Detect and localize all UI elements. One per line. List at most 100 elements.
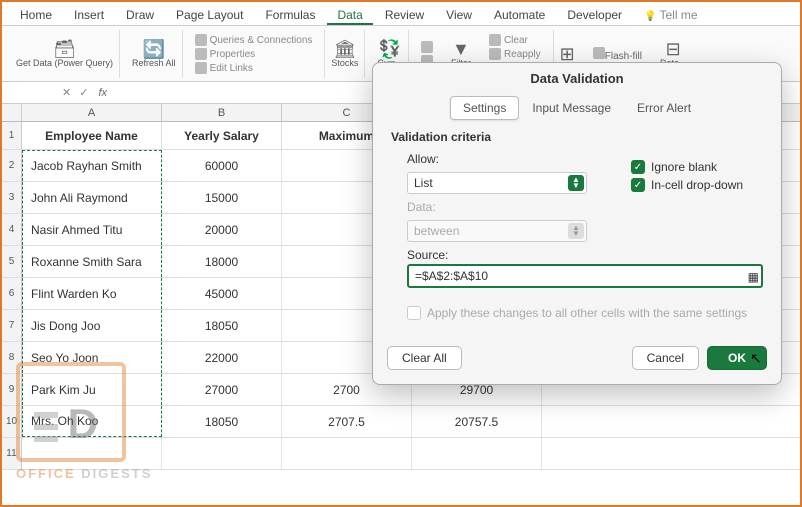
clear-all-button[interactable]: Clear All: [387, 346, 462, 370]
row-header[interactable]: 5: [2, 246, 22, 277]
cancel-button[interactable]: Cancel: [632, 346, 699, 370]
dialog-tabs: Settings Input Message Error Alert: [373, 96, 781, 120]
cell[interactable]: Park Kim Ju: [22, 374, 162, 405]
cell[interactable]: Nasir Ahmed Titu: [22, 214, 162, 245]
cell[interactable]: Seo Yo Joon: [22, 342, 162, 373]
cell[interactable]: [162, 438, 282, 469]
apply-all-label: Apply these changes to all other cells w…: [427, 306, 747, 320]
database-icon: 🗃: [53, 40, 76, 58]
allow-select[interactable]: List ▲▼: [407, 172, 587, 194]
cell[interactable]: [412, 438, 542, 469]
row-header[interactable]: 8: [2, 342, 22, 373]
cell[interactable]: 18050: [162, 310, 282, 341]
row-header[interactable]: 2: [2, 150, 22, 181]
clear-icon: [489, 34, 501, 46]
select-all-corner[interactable]: [2, 104, 22, 121]
cell[interactable]: [282, 438, 412, 469]
connections-group: Queries & Connections Properties Edit Li…: [189, 30, 319, 78]
sort-asc-icon: [421, 41, 433, 53]
tab-automate[interactable]: Automate: [484, 6, 555, 25]
data-select: between ▲▼: [407, 220, 587, 242]
dialog-tab-error-alert[interactable]: Error Alert: [624, 96, 704, 120]
stocks-button[interactable]: 🏛 Stocks: [324, 30, 365, 78]
edit-links-button[interactable]: Edit Links: [195, 62, 313, 74]
properties-button[interactable]: Properties: [195, 48, 313, 60]
cell[interactable]: 15000: [162, 182, 282, 213]
allow-value: List: [414, 176, 433, 190]
reapply-icon: [489, 48, 501, 60]
tab-data[interactable]: Data: [327, 6, 372, 25]
check-icon: ✓: [631, 160, 645, 174]
properties-icon: [195, 48, 207, 60]
ignore-blank-checkbox[interactable]: ✓ Ignore blank: [631, 160, 743, 174]
tell-me[interactable]: Tell me: [634, 6, 707, 25]
tab-view[interactable]: View: [436, 6, 482, 25]
cell[interactable]: 2707.5: [282, 406, 412, 437]
cell[interactable]: 60000: [162, 150, 282, 181]
row-header[interactable]: 7: [2, 310, 22, 341]
cell[interactable]: Roxanne Smith Sara: [22, 246, 162, 277]
row-header[interactable]: 1: [2, 122, 22, 149]
stocks-label: Stocks: [331, 59, 358, 69]
dialog-tab-input-message[interactable]: Input Message: [519, 96, 624, 120]
fx-icon[interactable]: fx: [92, 87, 113, 99]
row-header[interactable]: 9: [2, 374, 22, 405]
row-header[interactable]: 11: [2, 438, 22, 469]
tab-developer[interactable]: Developer: [557, 6, 632, 25]
cell[interactable]: Jis Dong Joo: [22, 310, 162, 341]
cell[interactable]: 20000: [162, 214, 282, 245]
row-header[interactable]: 4: [2, 214, 22, 245]
sort-asc-button[interactable]: [421, 41, 433, 53]
row-header[interactable]: 3: [2, 182, 22, 213]
updown-icon: ▲▼: [568, 223, 584, 239]
source-input[interactable]: =$A$2:$A$10: [407, 264, 763, 288]
tab-draw[interactable]: Draw: [116, 6, 164, 25]
cell[interactable]: Yearly Salary: [162, 122, 282, 149]
checkbox-icon: [407, 306, 421, 320]
cell[interactable]: Employee Name: [22, 122, 162, 149]
get-data-label: Get Data (Power Query): [16, 59, 113, 69]
cell[interactable]: [22, 438, 162, 469]
currency-icon: 💱: [378, 40, 400, 58]
clear-filter-button[interactable]: Clear: [489, 34, 541, 46]
cursor-icon: ↖: [750, 350, 762, 367]
cell[interactable]: 18050: [162, 406, 282, 437]
col-header-b[interactable]: B: [162, 104, 282, 121]
reapply-button[interactable]: Reapply: [489, 48, 541, 60]
flashfill-icon: [593, 47, 605, 59]
incell-dropdown-checkbox[interactable]: ✓ In-cell drop-down: [631, 178, 743, 192]
cell[interactable]: Mrs. Oh Koo: [22, 406, 162, 437]
col-header-a[interactable]: A: [22, 104, 162, 121]
datatools-icon: ⊟: [666, 40, 681, 58]
cell[interactable]: John Ali Raymond: [22, 182, 162, 213]
dialog-tab-settings[interactable]: Settings: [450, 96, 519, 120]
cell[interactable]: 20757.5: [412, 406, 542, 437]
row-header[interactable]: 10: [2, 406, 22, 437]
source-label: Source:: [407, 248, 763, 262]
range-picker-icon[interactable]: ▦: [748, 270, 759, 284]
source-value: =$A$2:$A$10: [415, 269, 488, 283]
get-data-button[interactable]: 🗃 Get Data (Power Query): [10, 30, 120, 78]
tab-insert[interactable]: Insert: [64, 6, 114, 25]
cell[interactable]: 45000: [162, 278, 282, 309]
tab-home[interactable]: Home: [10, 6, 62, 25]
refresh-all-button[interactable]: 🔄 Refresh All: [126, 30, 183, 78]
tab-review[interactable]: Review: [375, 6, 434, 25]
cell[interactable]: 27000: [162, 374, 282, 405]
queries-connections-button[interactable]: Queries & Connections: [195, 34, 313, 46]
cancel-formula-icon[interactable]: ✕: [58, 86, 75, 99]
tab-formulas[interactable]: Formulas: [255, 6, 325, 25]
cell[interactable]: 22000: [162, 342, 282, 373]
enter-formula-icon[interactable]: ✓: [75, 86, 92, 99]
cell[interactable]: Jacob Rayhan Smith: [22, 150, 162, 181]
updown-icon: ▲▼: [568, 175, 584, 191]
tab-page-layout[interactable]: Page Layout: [166, 6, 253, 25]
link-icon: [195, 34, 207, 46]
cell[interactable]: Flint Warden Ko: [22, 278, 162, 309]
cell[interactable]: 18000: [162, 246, 282, 277]
data-value: between: [414, 224, 459, 238]
validation-criteria-label: Validation criteria: [391, 130, 763, 144]
row-header[interactable]: 6: [2, 278, 22, 309]
grid-row: 11: [2, 438, 800, 470]
refresh-icon: 🔄: [143, 40, 165, 58]
